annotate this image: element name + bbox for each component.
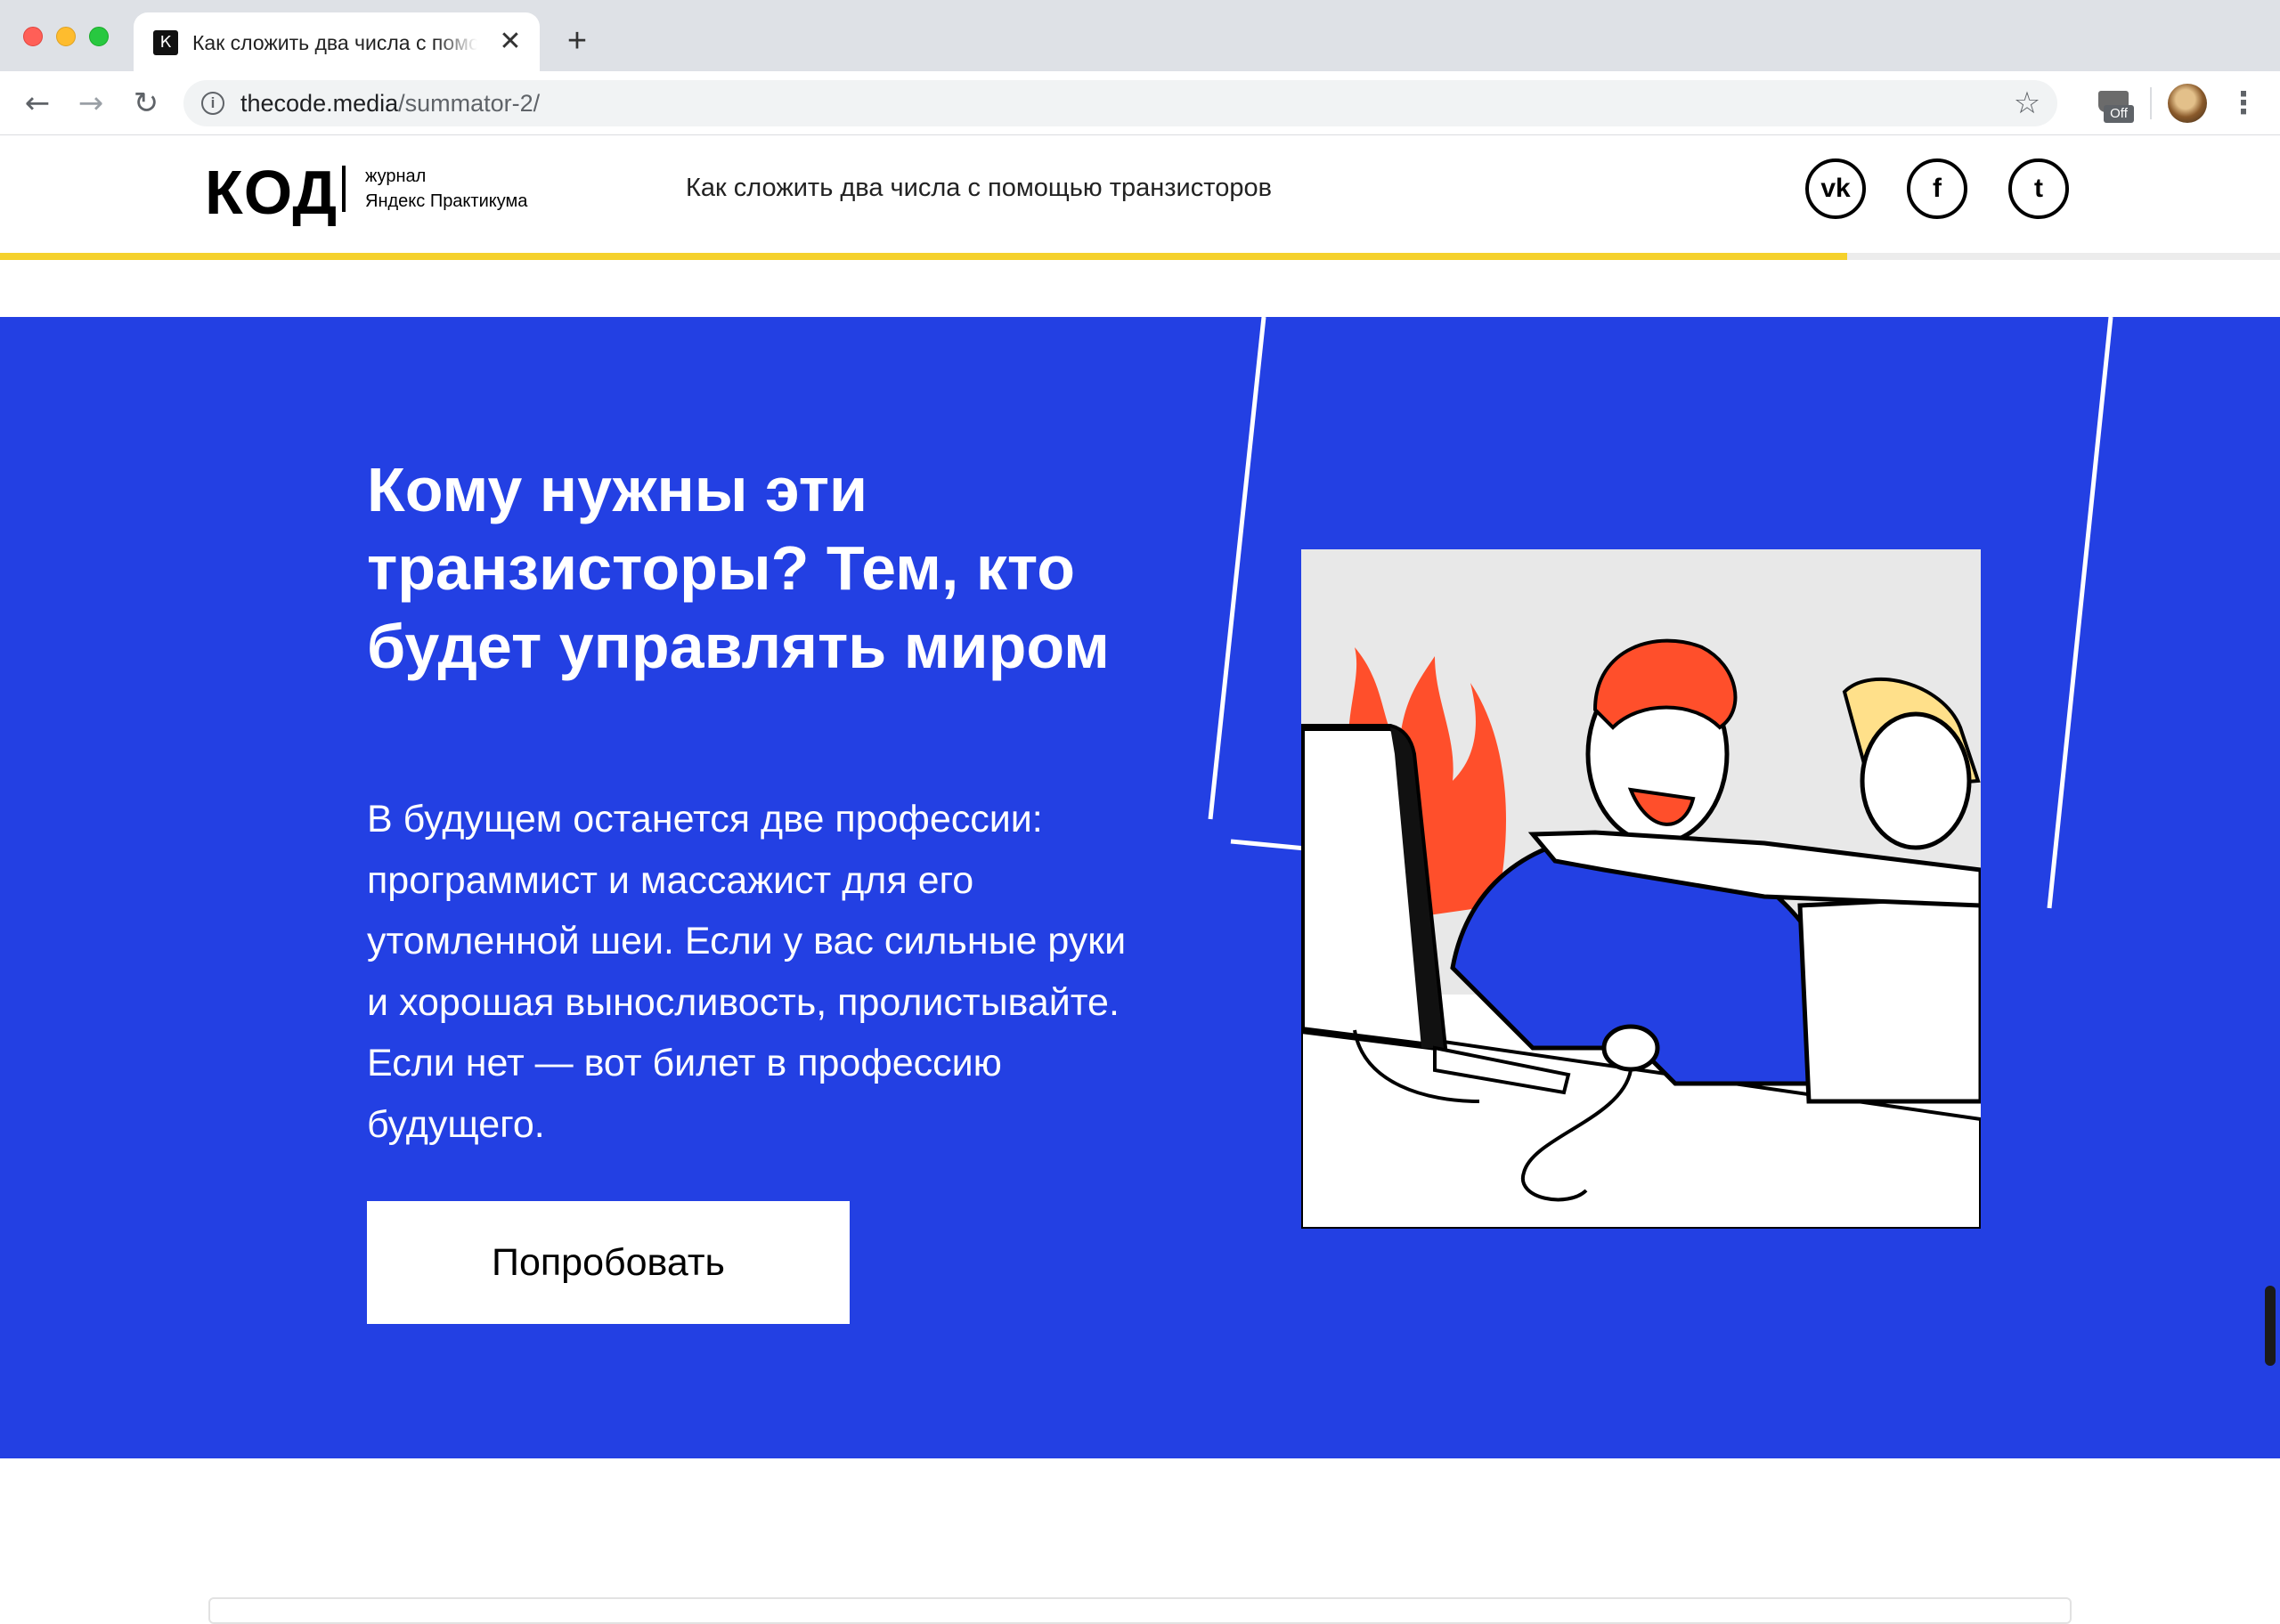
toolbar-divider xyxy=(2150,87,2152,119)
logo-subtitle-line2: Яндекс Практикума xyxy=(365,191,528,211)
bookmark-star-icon[interactable]: ☆ xyxy=(2009,85,2045,121)
logo-subtitle-line1: журнал xyxy=(365,166,427,186)
extension-badge: Off xyxy=(2104,105,2134,123)
window-minimize-button[interactable] xyxy=(56,27,76,46)
site-logo[interactable]: КОД xyxy=(205,155,338,230)
site-header: КОД журнал Яндекс Практикума Как сложить… xyxy=(0,135,2280,253)
url-path: /summator-2/ xyxy=(398,90,541,117)
reload-icon[interactable]: ↻ xyxy=(126,84,166,123)
logo-divider xyxy=(342,166,346,212)
browser-menu-icon[interactable]: ⋮ xyxy=(2228,84,2259,123)
browser-toolbar: ← → ↻ i thecode.media/summator-2/ ☆ Off … xyxy=(0,71,2280,135)
address-bar[interactable]: i thecode.media/summator-2/ ☆ xyxy=(183,80,2057,126)
article-title-header: Как сложить два числа с помощью транзист… xyxy=(686,174,1272,202)
facebook-share-icon[interactable]: f xyxy=(1907,158,1967,219)
site-info-icon[interactable]: i xyxy=(201,92,224,115)
promo-banner: Кому нужны эти транзисторы? Тем, кто буд… xyxy=(0,317,2280,1458)
developers-illustration xyxy=(1301,549,1981,1229)
vk-share-icon[interactable]: vk xyxy=(1805,158,1866,219)
reading-progress-fill xyxy=(0,253,1847,260)
window-close-button[interactable] xyxy=(23,27,43,46)
page-scrollbar[interactable] xyxy=(2265,1286,2276,1366)
url-host: thecode.media xyxy=(240,90,399,117)
extension-cup-icon[interactable]: Off xyxy=(2098,91,2134,123)
forward-arrow-icon[interactable]: → xyxy=(71,84,110,123)
address-url[interactable]: thecode.media/summator-2/ xyxy=(240,89,540,118)
window-zoom-button[interactable] xyxy=(89,27,109,46)
new-tab-button[interactable]: + xyxy=(559,23,595,59)
back-arrow-icon[interactable]: ← xyxy=(18,84,57,123)
tab-close-icon[interactable]: ✕ xyxy=(495,27,525,57)
try-button[interactable]: Попробовать xyxy=(367,1201,850,1324)
promo-description: В будущем останется две профессии: прогр… xyxy=(367,798,1127,1146)
logo-subtitle: журнал Яндекс Практикума xyxy=(365,164,561,214)
profile-avatar[interactable] xyxy=(2168,84,2207,123)
tab-title: Как сложить два числа с помо xyxy=(192,31,477,54)
promo-heading: Кому нужны эти транзисторы? Тем, кто буд… xyxy=(367,455,1110,681)
browser-tab-strip: К Как сложить два числа с помо ✕ + xyxy=(0,0,2280,71)
next-content-card xyxy=(208,1597,2072,1624)
browser-tab-active[interactable]: К Как сложить два числа с помо ✕ xyxy=(134,12,540,71)
site-favicon-icon: К xyxy=(153,30,178,55)
twitter-share-icon[interactable]: t xyxy=(2008,158,2069,219)
developers-drawing xyxy=(1301,549,1981,1229)
reading-progress-bar xyxy=(0,253,2280,260)
